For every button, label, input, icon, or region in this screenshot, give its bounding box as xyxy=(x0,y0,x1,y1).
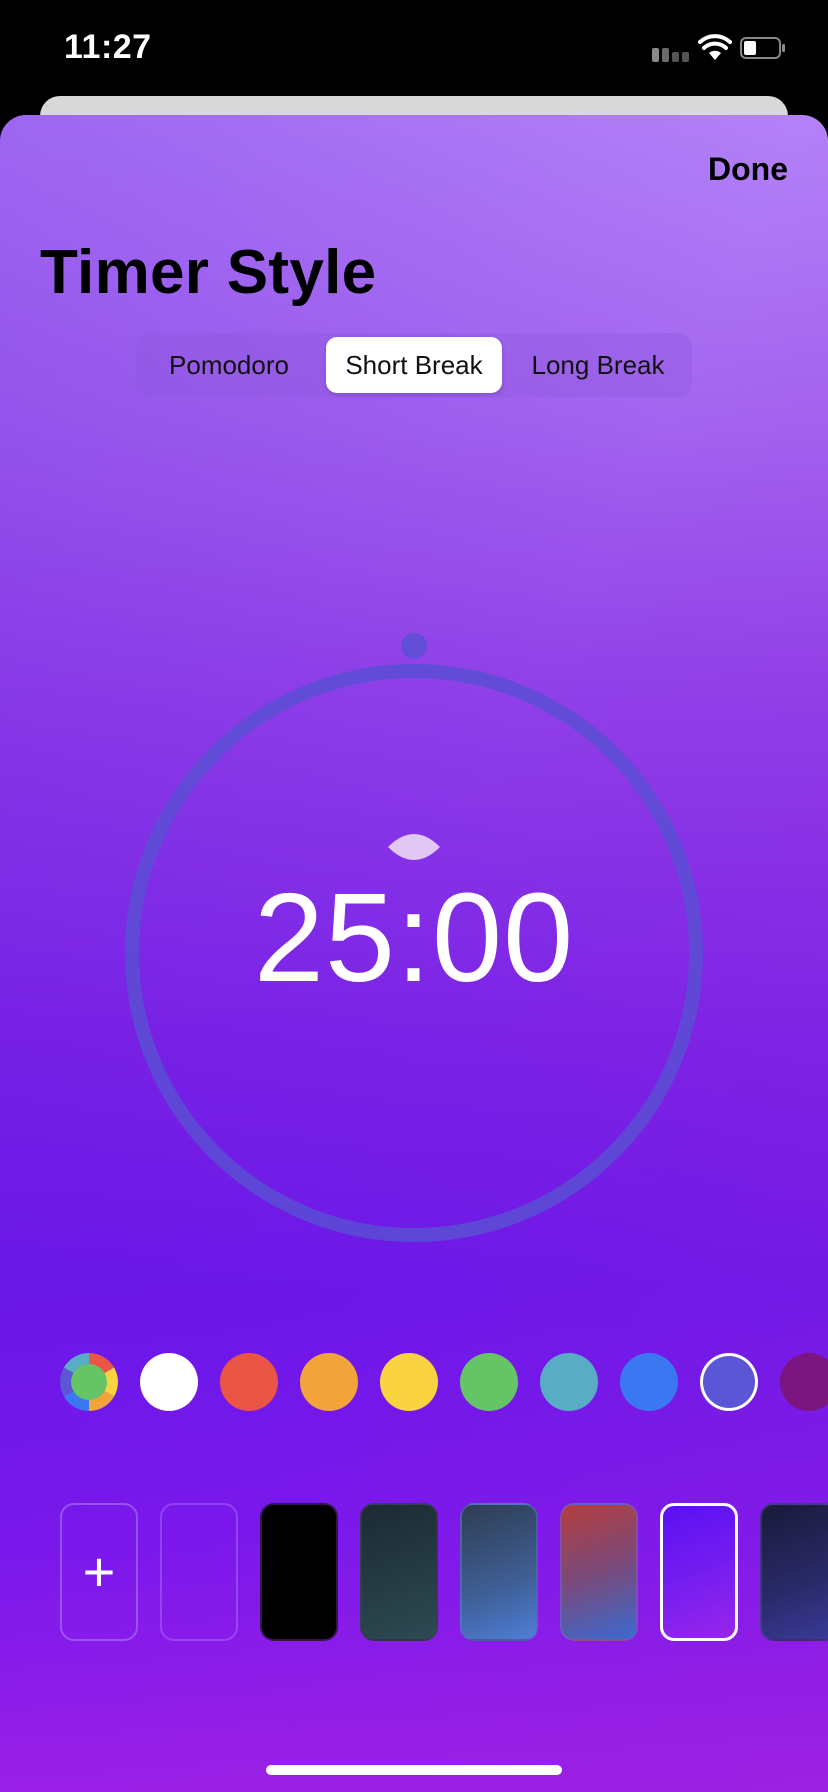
background-tile-steel-blue[interactable] xyxy=(460,1503,538,1641)
swatch-white[interactable] xyxy=(140,1353,198,1411)
home-indicator[interactable] xyxy=(266,1765,562,1775)
battery-icon xyxy=(740,37,785,59)
status-time: 11:27 xyxy=(64,28,152,66)
timer-progress-knob[interactable] xyxy=(401,633,427,659)
swatch-green[interactable] xyxy=(460,1353,518,1411)
cellular-signal-icon xyxy=(652,46,692,62)
timer-style-sheet: Done Timer Style Pomodoro Short Break Lo… xyxy=(0,115,828,1792)
swatch-red[interactable] xyxy=(220,1353,278,1411)
swatch-indigo-selected[interactable] xyxy=(700,1353,758,1411)
page-title: Timer Style xyxy=(40,238,377,307)
background-tile-none[interactable] xyxy=(160,1503,238,1641)
background-tile-navy[interactable] xyxy=(760,1503,828,1641)
plus-icon: + xyxy=(82,1540,116,1603)
segment-short-break[interactable]: Short Break xyxy=(326,337,502,393)
segment-long-break[interactable]: Long Break xyxy=(508,337,688,393)
swatch-orange[interactable] xyxy=(300,1353,358,1411)
swatch-multicolor[interactable] xyxy=(60,1353,118,1411)
swatch-purple[interactable] xyxy=(780,1353,828,1411)
background-tile-black[interactable] xyxy=(260,1503,338,1641)
background-tile-red-blue[interactable] xyxy=(560,1503,638,1641)
color-wheel-icon xyxy=(60,1353,118,1411)
background-tile-dark-teal[interactable] xyxy=(360,1503,438,1641)
done-button[interactable]: Done xyxy=(708,151,788,188)
swatch-blue[interactable] xyxy=(620,1353,678,1411)
wifi-icon xyxy=(698,34,732,60)
swatch-teal[interactable] xyxy=(540,1353,598,1411)
add-background-button[interactable]: + xyxy=(60,1503,138,1641)
screen: 11:27 Done Timer Style Pomodoro Short Br… xyxy=(0,0,828,1792)
background-tile-purple-selected[interactable] xyxy=(660,1503,738,1641)
leaf-icon xyxy=(388,834,440,860)
timer-value: 25:00 xyxy=(253,867,575,1008)
swatch-yellow[interactable] xyxy=(380,1353,438,1411)
segment-pomodoro[interactable]: Pomodoro xyxy=(140,337,318,393)
session-type-segmented-control: Pomodoro Short Break Long Break xyxy=(136,333,692,397)
status-bar: 11:27 xyxy=(0,0,828,96)
